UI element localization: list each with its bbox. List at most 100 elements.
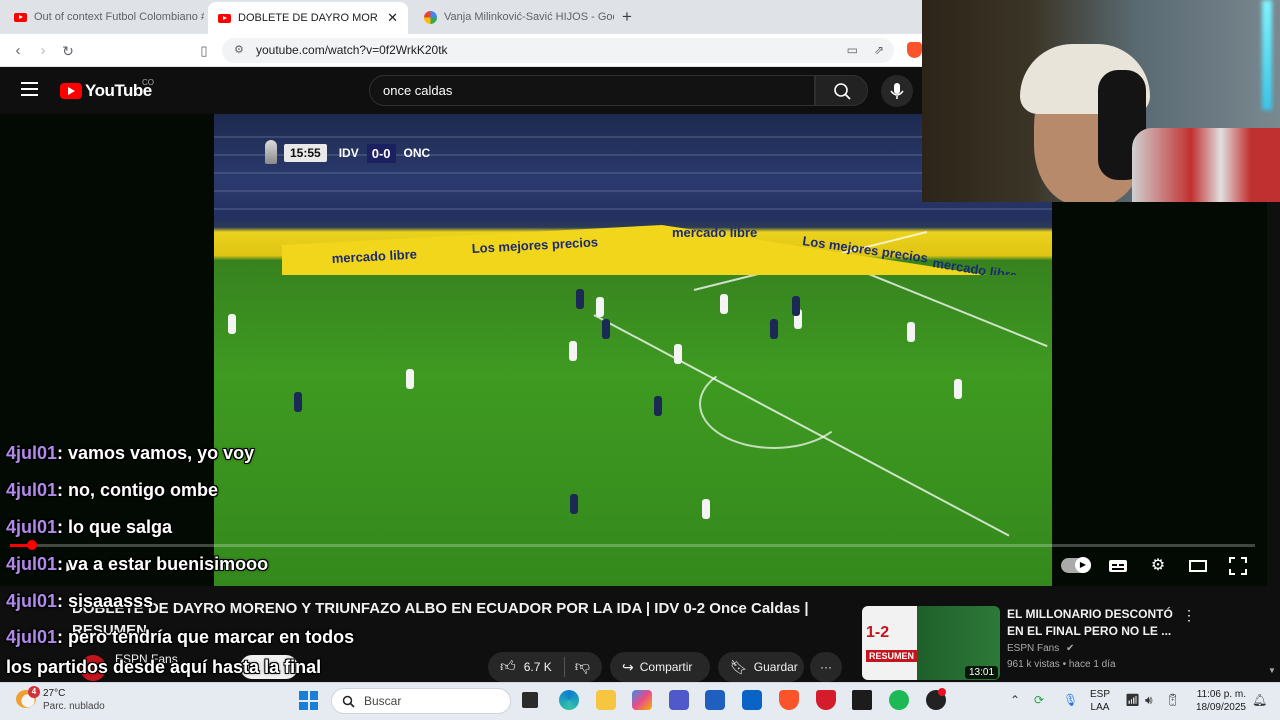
fullscreen-button[interactable]	[1227, 556, 1249, 576]
search-button[interactable]	[815, 75, 868, 106]
bookmark-icon[interactable]: ▯	[193, 40, 215, 62]
voice-search-button[interactable]	[881, 75, 913, 107]
sync-icon[interactable]: ⟳	[1034, 693, 1044, 707]
input-language[interactable]: ESP LAA	[1090, 688, 1110, 714]
chat-message: 4jul01: sisaaasss	[6, 591, 153, 612]
browser-tab[interactable]: Vanja Milinković-Savić HIJOS - Goog...	[414, 4, 614, 30]
url-text: youtube.com/watch?v=0f2WrkK20tk	[256, 43, 448, 57]
clock-date: 18/09/2025	[1195, 702, 1246, 713]
tab-title: Vanja Milinković-Savić HIJOS - Goog...	[444, 11, 614, 23]
like-icon[interactable]: 👍︎	[500, 658, 516, 676]
microsoft-store-icon[interactable]	[705, 690, 725, 710]
show-hidden-icons-chevron[interactable]: ⌃	[1010, 693, 1020, 707]
search-input[interactable]: once caldas	[369, 75, 815, 106]
new-tab-button[interactable]: +	[622, 7, 632, 27]
like-count[interactable]: 6.7 K	[524, 660, 552, 674]
taskbar-search[interactable]: Buscar	[331, 688, 511, 714]
share-label: Compartir	[639, 660, 693, 674]
match-score: 0-0	[366, 143, 396, 163]
advertising-board: mercado libre Los mejores precios mercad…	[282, 225, 1018, 275]
webcam-overlay	[922, 0, 1280, 202]
streamer-shirt	[1132, 128, 1280, 202]
volume-icon[interactable]: 🔊︎	[1145, 693, 1153, 708]
weather-temperature[interactable]: 27°C	[43, 688, 65, 699]
forward-icon[interactable]: ›	[32, 40, 54, 62]
score-bug: 15:55 IDV 0-0 ONC	[262, 141, 430, 165]
like-dislike-group: 👍︎ 6.7 K 👎︎	[488, 652, 602, 682]
install-app-icon[interactable]: ▭	[847, 38, 858, 63]
scroll-down-icon[interactable]: ▼	[1268, 666, 1276, 675]
edge-browser-icon[interactable]	[559, 690, 579, 710]
more-options-icon[interactable]: ⋮	[1182, 607, 1196, 624]
youtube-logo-icon[interactable]	[60, 83, 82, 99]
captions-icon	[1109, 560, 1127, 572]
chat-message: 4jul01: vamos vamos, yo voy	[6, 443, 254, 464]
autoplay-toggle[interactable]	[1061, 557, 1091, 573]
system-clock[interactable]: 11:06 p. m. 18/09/2025	[1190, 688, 1246, 714]
teams-icon[interactable]	[669, 690, 689, 710]
clock-time: 11:06 p. m.	[1196, 689, 1246, 700]
share-page-icon[interactable]: ⇗	[874, 38, 884, 63]
bookmark-icon: 🔖︎	[730, 658, 748, 675]
tab-title: DOBLETE DE DAYRO MORENO Y...	[238, 12, 378, 24]
microphone-icon	[890, 83, 904, 99]
brave-shield-icon[interactable]	[907, 42, 922, 58]
brave-browser-icon[interactable]	[779, 690, 799, 710]
close-tab-icon[interactable]: ✕	[387, 10, 398, 26]
youtube-icon	[218, 13, 231, 23]
wifi-icon[interactable]: 📶︎	[1125, 693, 1140, 707]
chat-text: : va a estar buenisimooo	[57, 554, 269, 574]
chat-username: 4jul01	[6, 627, 58, 647]
browser-tab-active[interactable]: DOBLETE DE DAYRO MORENO Y... ✕	[208, 2, 408, 34]
task-view-icon[interactable]	[522, 692, 538, 708]
like-separator	[564, 657, 565, 677]
weather-description[interactable]: Parc. nublado	[43, 701, 105, 712]
battery-icon[interactable]: 🔋︎	[1165, 693, 1180, 707]
dislike-icon[interactable]: 👎︎	[575, 658, 590, 676]
chat-username: 4jul01	[6, 517, 58, 537]
copilot-icon[interactable]	[632, 690, 652, 710]
fullscreen-icon	[1229, 557, 1247, 575]
progress-bar[interactable]	[10, 544, 1255, 547]
related-video-title[interactable]: EL MILLONARIO DESCONTÓ EN EL FINAL PERO …	[1007, 606, 1177, 640]
spotify-icon[interactable]	[889, 690, 909, 710]
outlook-icon[interactable]	[742, 690, 762, 710]
notifications-icon[interactable]: 🔔︎	[1252, 693, 1267, 707]
menu-icon[interactable]	[21, 82, 38, 96]
chat-username: 4jul01	[6, 480, 58, 500]
chat-username: 4jul01	[6, 591, 58, 611]
windows-start-icon[interactable]	[299, 691, 318, 710]
address-bar[interactable]: ⚙ youtube.com/watch?v=0f2WrkK20tk ▭ ⇗	[222, 38, 894, 63]
site-info-icon[interactable]: ⚙	[234, 38, 244, 63]
tab-title: Out of context Futbol Colombiano #...	[34, 11, 204, 23]
google-icon	[424, 10, 437, 24]
related-video-meta: 961 k vistas • hace 1 día	[1007, 659, 1116, 670]
chat-message: 4jul01: no, contigo ombe	[6, 480, 218, 501]
browser-tab[interactable]: Out of context Futbol Colombiano #...	[4, 4, 204, 30]
microphone-icon[interactable]: 🎙︎	[1063, 693, 1078, 707]
back-icon[interactable]: ‹	[7, 40, 29, 62]
chat-text: : sisaaasss	[57, 591, 154, 611]
video-duration: 13:01	[965, 666, 999, 679]
away-team: ONC	[403, 146, 431, 160]
captions-button[interactable]	[1107, 556, 1129, 576]
youtube-masthead: YouTube CO once caldas	[0, 67, 922, 114]
browser-toolbar: ‹ › ↻ ▯ ⚙ youtube.com/watch?v=0f2WrkK20t…	[0, 34, 922, 67]
chat-username: 4jul01	[6, 443, 58, 463]
save-button[interactable]: 🔖︎ Guardar	[718, 652, 804, 682]
region-code: CO	[142, 78, 154, 87]
related-channel-name[interactable]: ESPN Fans ✔	[1007, 643, 1074, 654]
search-icon	[834, 83, 851, 100]
reload-icon[interactable]: ↻	[57, 40, 79, 62]
file-explorer-icon[interactable]	[596, 690, 616, 710]
media-app-icon[interactable]	[852, 690, 872, 710]
thumbnail-score: 1-2	[866, 624, 890, 641]
theater-mode-icon	[1189, 560, 1207, 572]
share-button[interactable]: ↪ Compartir	[610, 652, 710, 682]
more-actions-button[interactable]: ···	[810, 652, 842, 682]
settings-gear-icon[interactable]: ⚙	[1147, 556, 1169, 576]
mcafee-icon[interactable]	[816, 690, 836, 710]
recording-indicator	[938, 688, 946, 696]
related-channel-text: ESPN Fans	[1007, 643, 1060, 654]
theater-mode-button[interactable]	[1187, 556, 1209, 576]
